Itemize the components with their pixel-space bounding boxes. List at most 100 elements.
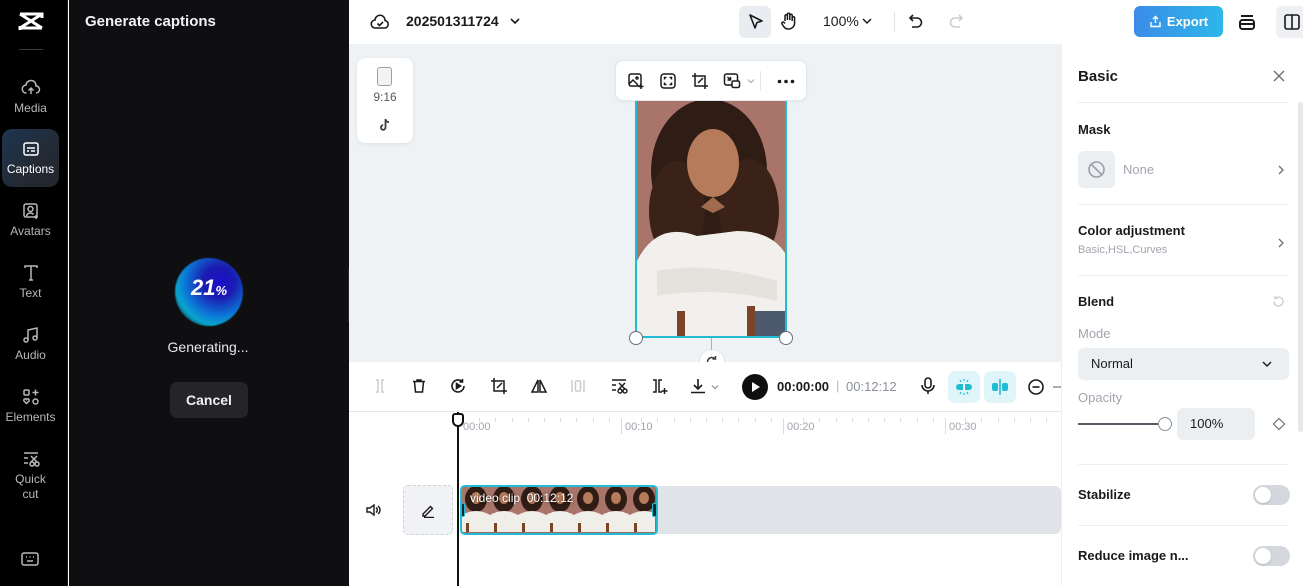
toggle-panel-button[interactable] [1276,6,1303,38]
reduce-noise-toggle[interactable] [1253,546,1290,566]
chevron-right-icon[interactable] [1276,237,1286,249]
select-tool-button[interactable] [739,6,771,38]
cover-edit-button[interactable] [403,485,453,535]
microphone-icon[interactable] [919,376,937,396]
current-time: 00:00:00 [777,379,830,394]
aspect-ratio-selector[interactable]: 9:16 [357,58,413,143]
color-adjustment-label[interactable]: Color adjustment [1078,223,1185,238]
opacity-slider-knob[interactable] [1158,417,1172,431]
time-separator: | [836,378,840,393]
generate-captions-panel: Generate captions 21% Generating... Canc… [69,0,349,586]
ruler-tick [783,418,784,434]
zoom-out-icon[interactable] [1027,378,1045,396]
ruler-tick [657,418,659,422]
nav-item-text[interactable]: Text [2,253,59,311]
redo-icon [949,14,964,28]
resize-handle-bottom-right[interactable] [779,331,793,345]
nav-item-audio[interactable]: Audio [2,315,59,373]
fit-screen-icon[interactable] [659,72,677,90]
keyboard-icon[interactable] [20,550,40,568]
clip-name: video clip [470,491,521,505]
cursor-icon [749,14,763,29]
toggle-knob [1255,487,1271,503]
ruler-tick [932,418,934,422]
redo-button[interactable] [947,12,965,30]
delete-icon[interactable] [410,377,428,395]
undo-button[interactable] [907,12,925,30]
close-icon[interactable] [1272,69,1286,83]
total-duration: 00:12:12 [846,379,897,394]
replace-image-icon[interactable] [627,72,645,90]
picture-in-picture-icon[interactable] [723,72,741,90]
mask-thumbnail[interactable] [1078,151,1115,188]
video-clip[interactable]: video clip 00:12:12 [460,485,658,535]
text-icon [23,265,38,281]
freeze-icon[interactable] [569,377,587,395]
video-preview[interactable] [635,101,787,338]
ruler-tick [673,418,675,422]
nav-label: Captions [6,162,55,176]
ruler-label: 00:00 [463,421,491,433]
opacity-label: Opacity [1078,390,1123,405]
zoom-chevron-down-icon[interactable] [861,15,873,27]
ruler-tick [1030,418,1031,422]
nav-item-avatars[interactable]: Avatars [2,191,59,249]
quick-cut-icon[interactable] [610,377,628,395]
hand-icon [781,12,796,30]
keyframe-diamond-icon[interactable] [1272,417,1286,431]
divider [1078,464,1289,465]
auto-snap-button[interactable] [948,371,980,403]
toolbar-divider [760,71,761,91]
smart-split-icon[interactable] [650,377,668,395]
music-note-icon [22,327,38,343]
nav-item-quick-cut[interactable]: Quick cut [2,440,59,510]
capcut-logo-icon[interactable] [17,11,45,33]
clip-trim-handle-right[interactable] [652,503,656,517]
flip-icon[interactable] [530,377,548,395]
mask-value[interactable]: None [1123,162,1154,177]
layers-icon [1239,15,1255,30]
nav-label: Media [14,101,47,115]
crop-icon[interactable] [691,72,709,90]
more-options-icon[interactable] [777,79,795,84]
nav-item-media[interactable]: Media [2,68,59,126]
cancel-button[interactable]: Cancel [170,382,248,418]
cloud-saved-icon[interactable] [370,12,390,32]
resize-handle-bottom-left[interactable] [629,331,643,345]
scrollbar[interactable] [1298,102,1303,432]
chevron-down-icon[interactable] [746,76,756,86]
opacity-slider-track[interactable] [1078,423,1166,425]
blend-mode-select[interactable]: Normal [1078,348,1289,380]
avatar-icon [22,203,38,219]
nav-item-captions[interactable]: Captions [2,129,59,187]
opacity-input[interactable]: 100% [1177,408,1255,440]
volume-icon[interactable] [365,503,381,517]
export-button[interactable]: Export [1134,6,1223,37]
nav-label: Avatars [10,224,51,238]
linkage-button[interactable] [984,371,1016,403]
chevron-down-icon[interactable] [710,382,720,392]
reset-icon[interactable] [1272,295,1285,308]
clip-trim-handle-left[interactable] [462,503,465,517]
chevron-right-icon[interactable] [1276,164,1286,176]
chevron-down-icon[interactable] [509,15,521,27]
export-label: Export [1166,14,1209,29]
split-icon[interactable] [371,377,389,395]
project-name[interactable]: 202501311724 [406,13,499,29]
quick-cut-icon [23,451,40,467]
mask-label: Mask [1078,122,1111,137]
hand-tool-button[interactable] [779,11,799,31]
playhead-grip[interactable] [452,413,464,427]
crop-icon[interactable] [490,377,508,395]
nav-item-elements[interactable]: Elements [2,377,59,435]
zoom-level[interactable]: 100% [823,13,859,29]
divider [1078,275,1289,276]
ruler-tick [981,418,983,422]
replay-icon[interactable] [449,377,467,395]
download-icon[interactable] [689,377,707,395]
playhead[interactable] [457,412,459,586]
play-button[interactable] [742,374,768,400]
stabilize-toggle[interactable] [1253,485,1290,505]
zoom-slider-track[interactable] [1053,386,1061,388]
layers-button[interactable] [1237,12,1257,32]
